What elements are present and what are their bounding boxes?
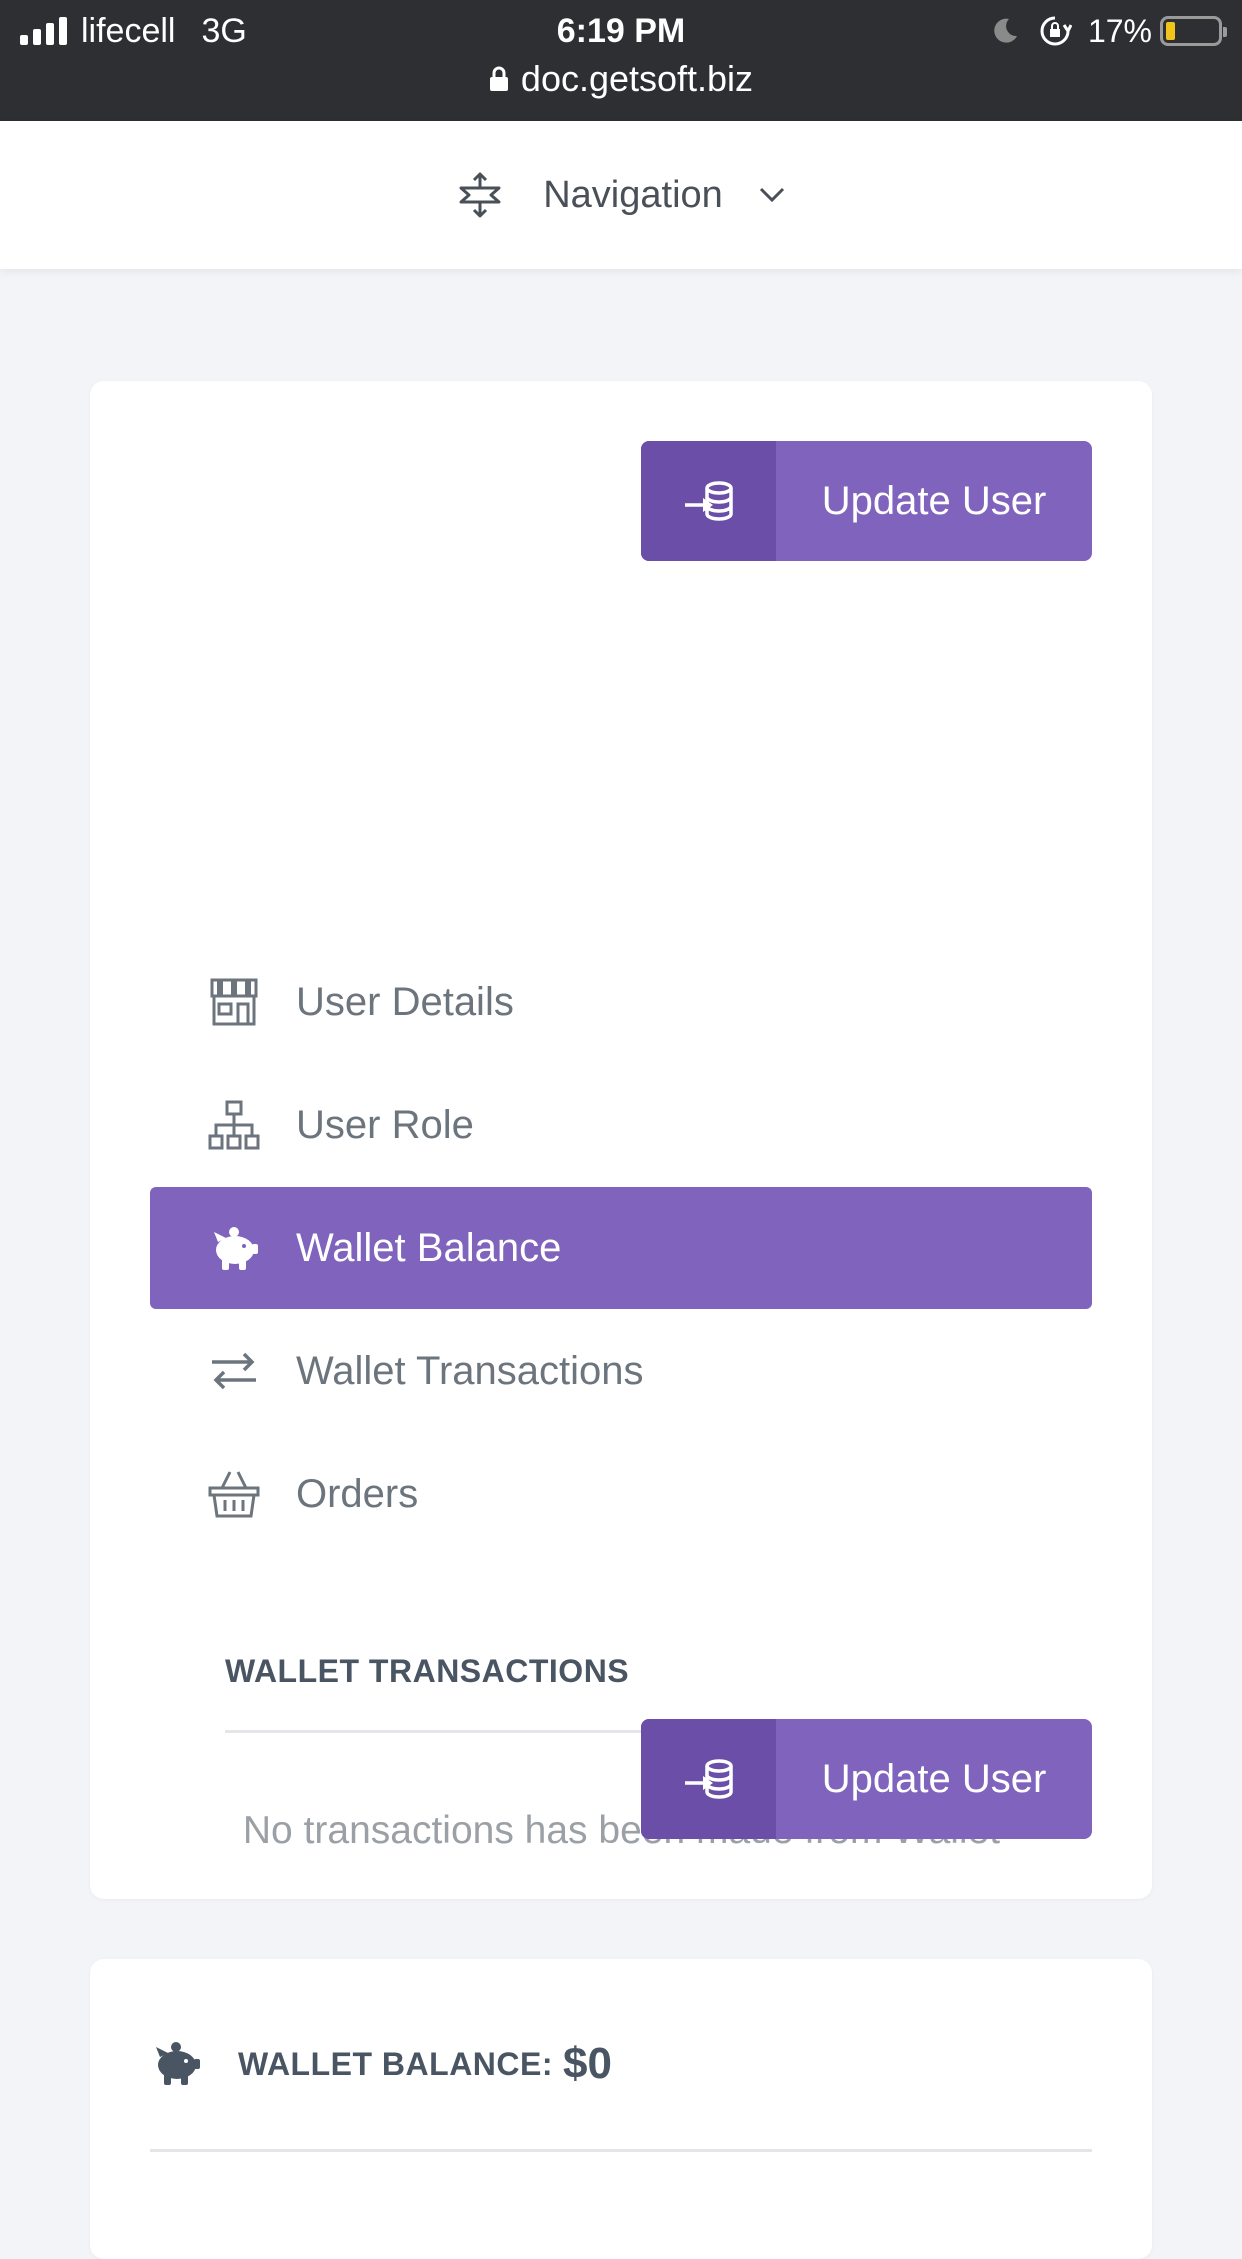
wallet-balance-label: WALLET BALANCE: xyxy=(238,2045,554,2082)
piggy-bank-icon xyxy=(208,1222,260,1274)
database-import-icon xyxy=(684,1759,733,1799)
battery-percent: 17% xyxy=(1087,12,1152,49)
database-import-icon xyxy=(684,481,733,521)
menu-item-orders[interactable]: Orders xyxy=(150,1433,1092,1555)
wallet-balance-value: $0 xyxy=(563,2039,612,2088)
wallet-balance-row: WALLET BALANCE: $0 xyxy=(150,2039,612,2089)
status-bar: lifecell 3G 6:19 PM 17% doc.getsoft.biz xyxy=(0,0,1242,121)
menu-item-user-details[interactable]: User Details xyxy=(150,941,1092,1063)
battery-icon xyxy=(1160,16,1227,46)
user-edit-card: Update User User Details User Role Walle… xyxy=(90,381,1152,1899)
update-user-button[interactable]: Update User xyxy=(641,441,1092,561)
navigation-arrows-icon xyxy=(459,172,501,218)
update-user-icon-box xyxy=(641,441,776,561)
battery-level xyxy=(1166,22,1175,40)
navigation-dropdown[interactable]: Navigation xyxy=(0,121,1242,269)
divider xyxy=(150,2149,1092,2152)
piggy-bank-icon xyxy=(156,2042,200,2085)
update-user-button-bottom[interactable]: Update User xyxy=(641,1719,1092,1839)
menu-item-label: User Role xyxy=(296,1102,474,1147)
navigation-label: Navigation xyxy=(543,173,723,216)
menu-item-wallet-transactions[interactable]: Wallet Transactions xyxy=(150,1310,1092,1432)
update-user-label: Update User xyxy=(821,1756,1047,1801)
menu-item-user-role[interactable]: User Role xyxy=(150,1064,1092,1186)
do-not-disturb-moon-icon xyxy=(994,18,1017,43)
address-bar[interactable]: doc.getsoft.biz xyxy=(0,58,1242,100)
lock-icon xyxy=(489,66,508,91)
chevron-down-icon xyxy=(759,187,784,203)
basket-icon xyxy=(208,1468,260,1520)
update-user-icon-box xyxy=(641,1719,776,1839)
menu-item-label: Wallet Balance xyxy=(296,1225,562,1270)
menu-item-label: Wallet Transactions xyxy=(296,1348,644,1393)
url-text: doc.getsoft.biz xyxy=(520,58,754,99)
rotation-lock-icon xyxy=(1040,16,1072,46)
menu-item-wallet-balance[interactable]: Wallet Balance xyxy=(150,1187,1092,1309)
sitemap-icon xyxy=(208,1099,260,1151)
wallet-balance-card: WALLET BALANCE: $0 xyxy=(90,1959,1152,2259)
store-icon xyxy=(208,976,260,1028)
status-right: 17% xyxy=(990,10,1227,52)
menu-item-label: User Details xyxy=(296,979,514,1024)
exchange-arrows-icon xyxy=(208,1345,260,1397)
update-user-label: Update User xyxy=(821,478,1047,523)
wallet-transactions-heading: WALLET TRANSACTIONS xyxy=(225,1653,630,1689)
menu-item-label: Orders xyxy=(296,1471,419,1516)
